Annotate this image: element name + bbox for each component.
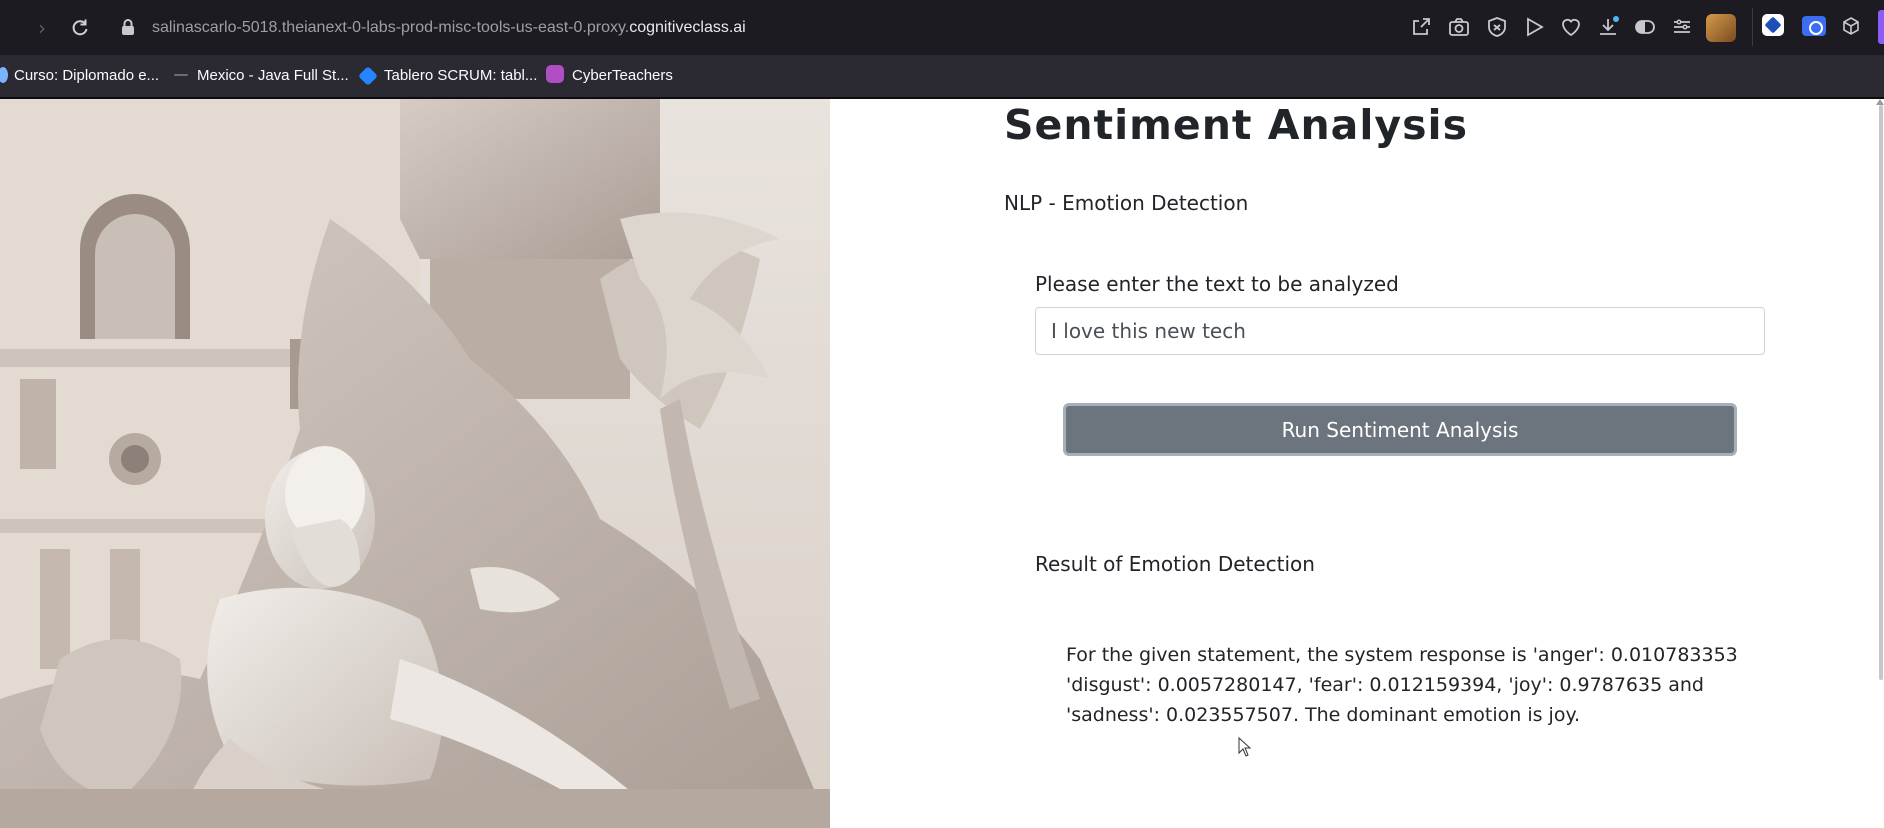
bookmark-label: Mexico - Java Full St... — [197, 67, 349, 84]
profile-avatar[interactable] — [1706, 14, 1736, 42]
bookmark-item[interactable]: CyberTeachers — [546, 65, 673, 87]
sidebar-toggle[interactable] — [1878, 10, 1884, 44]
share-icon[interactable] — [1409, 15, 1433, 39]
toolbar-separator — [1752, 8, 1753, 46]
cyberteachers-icon — [546, 65, 564, 83]
bookmark-label: CyberTeachers — [572, 67, 673, 84]
text-input-label: Please enter the text to be analyzed — [1035, 272, 1399, 296]
hero-image — [0, 99, 830, 828]
bookmarks-bar: Curso: Diplomado e... Mexico - Java Full… — [0, 55, 1884, 97]
extension-icon[interactable] — [1762, 14, 1784, 36]
bookmark-item[interactable]: Tablero SCRUM: tabl... — [358, 65, 538, 87]
bookmark-icon — [174, 74, 188, 76]
run-sentiment-analysis-button[interactable]: Run Sentiment Analysis — [1063, 403, 1737, 456]
lock-icon[interactable] — [121, 19, 135, 35]
jira-icon — [358, 66, 378, 86]
scrollbar-thumb[interactable] — [1879, 105, 1883, 680]
bookmark-item[interactable]: Mexico - Java Full St... — [174, 65, 349, 87]
play-icon[interactable] — [1522, 15, 1546, 39]
page-subtitle: NLP - Emotion Detection — [1004, 191, 1249, 215]
url-host: cognitiveclass.ai — [629, 19, 746, 36]
bookmark-icon — [0, 67, 8, 83]
extension-icon[interactable] — [1842, 17, 1860, 35]
text-to-analyze-input[interactable] — [1035, 307, 1765, 355]
heart-icon[interactable] — [1559, 15, 1583, 39]
forward-icon[interactable]: › — [30, 16, 54, 40]
mouse-cursor-icon — [1238, 736, 1252, 757]
bookmark-label: Tablero SCRUM: tabl... — [384, 67, 538, 84]
download-icon[interactable] — [1596, 15, 1620, 39]
bookmark-item[interactable]: Curso: Diplomado e... — [0, 65, 159, 87]
screenshot-icon[interactable] — [1447, 15, 1471, 39]
menu-icon[interactable] — [1670, 15, 1694, 39]
web-page: Sentiment Analysis NLP - Emotion Detecti… — [0, 99, 1884, 828]
extension-icon[interactable] — [1802, 16, 1826, 36]
contrast-icon[interactable] — [1633, 15, 1657, 39]
page-title: Sentiment Analysis — [1004, 101, 1468, 149]
address-bar[interactable]: salinascarlo-5018.theianext-0-labs-prod-… — [152, 17, 746, 39]
reload-icon[interactable] — [68, 16, 92, 40]
result-text: For the given statement, the system resp… — [1066, 644, 1738, 726]
shield-icon[interactable] — [1485, 15, 1509, 39]
url-path: salinascarlo-5018.theianext-0-labs-prod-… — [152, 19, 630, 36]
bookmark-label: Curso: Diplomado e... — [14, 67, 160, 84]
result-heading: Result of Emotion Detection — [1035, 552, 1315, 576]
browser-toolbar: › salinascarlo-5018.theianext-0-labs-pro… — [0, 0, 1884, 55]
